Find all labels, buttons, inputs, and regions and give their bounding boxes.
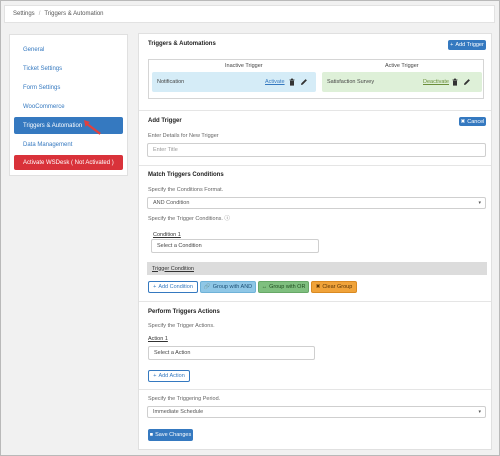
sidebar-item-label: Triggers & Automation xyxy=(23,122,83,129)
add-trigger-label: Add Trigger xyxy=(455,42,484,48)
action-select[interactable]: Select a Action xyxy=(148,346,315,360)
sidebar-item-woocommerce[interactable]: WooCommerce xyxy=(14,98,123,115)
deactivate-link[interactable]: Deactivate xyxy=(423,79,449,85)
triggers-list: Inactive Trigger Active Trigger Notifica… xyxy=(148,59,484,99)
action-1-label: Action 1 xyxy=(148,336,168,342)
sidebar-item-data-management[interactable]: Data Management xyxy=(14,136,123,153)
divider xyxy=(139,389,491,390)
close-icon: ✖ xyxy=(315,284,321,290)
sidebar-item-label: WooCommerce xyxy=(23,103,65,110)
link-icon: 🔗 xyxy=(203,284,211,290)
sidebar-item-triggers-automation[interactable]: Triggers & Automation xyxy=(14,117,123,134)
conditions-format-select[interactable]: AND Condition ▾ xyxy=(147,197,486,209)
sidebar-item-ticket-settings[interactable]: Ticket Settings xyxy=(14,60,123,77)
breadcrumb-root[interactable]: Settings xyxy=(13,11,35,17)
arrows-horizontal-icon: ↔ xyxy=(261,284,268,290)
group-with-and-button[interactable]: 🔗 Group with AND xyxy=(200,281,256,293)
condition-1-label: Condition 1 xyxy=(153,232,181,238)
chevron-down-icon: ▾ xyxy=(478,409,481,415)
plus-icon: + xyxy=(450,42,454,48)
close-icon: ✖ xyxy=(460,118,466,125)
settings-sidebar: General Ticket Settings Form Settings Wo… xyxy=(9,34,128,176)
divider xyxy=(139,110,491,111)
activate-link[interactable]: Activate xyxy=(265,79,285,85)
trigger-title-input[interactable]: Enter Title xyxy=(147,143,486,157)
sidebar-item-label: Ticket Settings xyxy=(23,65,63,72)
inactive-trigger-item: Notification Activate xyxy=(152,72,316,92)
add-trigger-title: Add Trigger xyxy=(148,118,182,124)
main-panel: Triggers & Automations + Add Trigger Ina… xyxy=(138,33,492,450)
pointer-arrow-icon xyxy=(84,120,101,135)
triggers-title: Triggers & Automations xyxy=(148,41,216,47)
actions-label: Specify the Trigger Actions. xyxy=(148,323,215,329)
sidebar-item-label: Data Management xyxy=(23,141,73,148)
clear-group-label: Clear Group xyxy=(322,284,353,290)
cancel-button[interactable]: ✖ Cancel xyxy=(459,117,486,126)
add-condition-label: Add Condition xyxy=(158,284,193,290)
add-condition-button[interactable]: + Add Condition xyxy=(148,281,198,293)
trigger-condition-label: Trigger Condition xyxy=(152,265,194,272)
add-trigger-subtitle: Enter Details for New Trigger xyxy=(148,133,219,139)
cancel-label: Cancel xyxy=(467,118,485,125)
sidebar-item-label: Form Settings xyxy=(23,84,61,91)
actions-title: Perform Triggers Actions xyxy=(148,309,220,315)
plus-icon: + xyxy=(153,284,157,290)
breadcrumb-current: Triggers & Automation xyxy=(44,11,104,17)
chevron-down-icon: ▾ xyxy=(478,200,481,206)
inactive-trigger-name: Notification xyxy=(157,79,185,85)
divider xyxy=(139,165,491,166)
clear-group-button[interactable]: ✖ Clear Group xyxy=(311,281,357,293)
sidebar-item-form-settings[interactable]: Form Settings xyxy=(14,79,123,96)
add-action-button[interactable]: + Add Action xyxy=(148,370,190,382)
inactive-trigger-header: Inactive Trigger xyxy=(225,63,263,69)
sidebar-item-label: General xyxy=(23,46,45,53)
condition-select[interactable]: Select a Condition xyxy=(151,239,319,253)
breadcrumb-separator: / xyxy=(38,11,41,17)
active-trigger-item: Satisfaction Survey Deactivate xyxy=(322,72,482,92)
trigger-conditions-label: Specify the Trigger Conditions. ⓘ xyxy=(148,216,230,222)
edit-pencil-icon[interactable] xyxy=(463,78,471,86)
breadcrumb: Settings / Triggers & Automation xyxy=(4,5,495,23)
group-or-label: Group with OR xyxy=(269,284,306,290)
trash-icon[interactable] xyxy=(451,78,459,86)
sidebar-item-label: Activate WSDesk ( Not Activated ) xyxy=(23,159,114,166)
conditions-title: Match Triggers Conditions xyxy=(148,172,224,178)
group-with-or-button[interactable]: ↔ Group with OR xyxy=(258,281,309,293)
conditions-format-value: AND Condition xyxy=(153,200,190,206)
save-changes-button[interactable]: ■ Save Changes xyxy=(148,429,193,441)
trigger-condition-bar: Trigger Condition xyxy=(147,262,487,275)
active-trigger-name: Satisfaction Survey xyxy=(327,79,375,85)
active-trigger-header: Active Trigger xyxy=(385,63,419,69)
plus-icon: + xyxy=(153,373,157,379)
divider xyxy=(139,301,491,302)
save-icon: ■ xyxy=(149,432,154,438)
activate-wsdesk-button[interactable]: Activate WSDesk ( Not Activated ) xyxy=(14,155,123,170)
period-label: Specify the Triggering Period. xyxy=(148,396,221,402)
edit-pencil-icon[interactable] xyxy=(300,78,308,86)
period-value: Immediate Schedule xyxy=(153,409,204,415)
conditions-format-label: Specify the Conditions Format. xyxy=(148,187,224,193)
group-and-label: Group with AND xyxy=(212,284,253,290)
trash-icon[interactable] xyxy=(288,78,296,86)
add-action-label: Add Action xyxy=(158,373,185,379)
period-select[interactable]: Immediate Schedule ▾ xyxy=(147,406,486,418)
save-changes-label: Save Changes xyxy=(155,432,192,438)
add-trigger-button[interactable]: + Add Trigger xyxy=(448,40,486,50)
sidebar-item-general[interactable]: General xyxy=(14,41,123,58)
